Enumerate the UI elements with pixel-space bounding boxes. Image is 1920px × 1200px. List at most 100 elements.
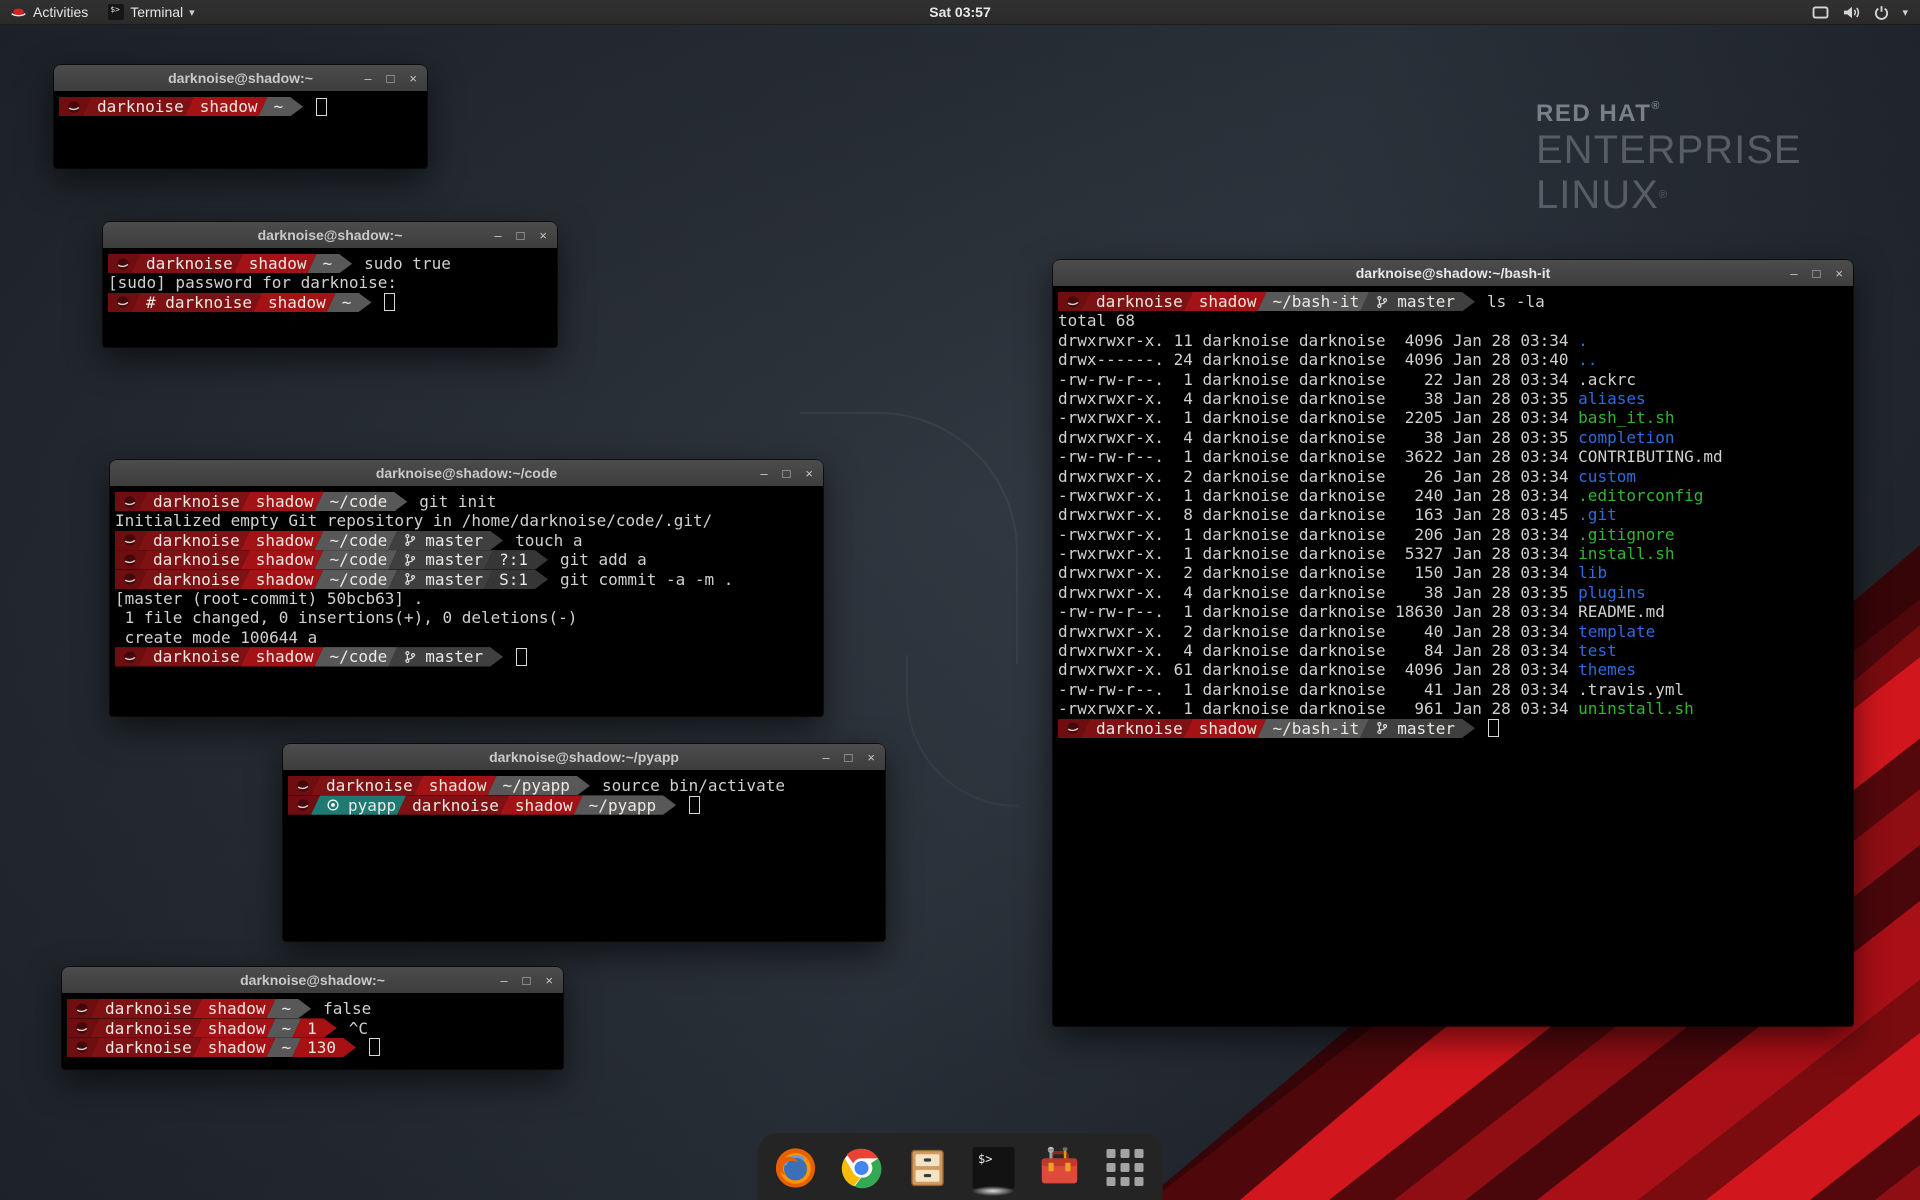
command-text: ^C <box>349 1019 368 1038</box>
terminal-content[interactable]: darknoiseshadow~/bash-itmasterls -latota… <box>1053 286 1853 1026</box>
redhat-icon <box>116 257 130 271</box>
terminal-cursor <box>516 648 527 666</box>
chrome-icon <box>838 1145 884 1191</box>
close-button[interactable]: × <box>545 974 553 987</box>
file-attributes: -rwxrwxr-x. 1 darknoise darknoise 206 Ja… <box>1058 525 1578 544</box>
close-button[interactable]: × <box>409 72 417 85</box>
minimize-button[interactable]: – <box>364 72 371 85</box>
redhat-icon <box>75 1040 89 1054</box>
prompt-segment-git: master <box>388 550 493 569</box>
prompt-segment-user: # darknoise <box>131 293 262 312</box>
titlebar[interactable]: darknoise@shadow:~–□× <box>103 222 557 249</box>
close-button[interactable]: × <box>805 467 813 480</box>
terminal-content[interactable]: darknoiseshadow~ <box>54 91 427 168</box>
window-controls: – □ × <box>760 460 813 486</box>
file-attributes: drwxrwxr-x. 4 darknoise darknoise 38 Jan… <box>1058 389 1578 408</box>
maximize-button[interactable]: □ <box>523 974 531 987</box>
file-name: test <box>1578 641 1617 660</box>
file-attributes: drwxrwxr-x. 4 darknoise darknoise 38 Jan… <box>1058 428 1578 447</box>
dock-item-terminal[interactable]: $> <box>970 1143 1017 1192</box>
prompt-segment-user: darknoise <box>138 492 250 511</box>
titlebar[interactable]: darknoise@shadow:~/bash-it – □ × <box>1053 260 1853 287</box>
display-icon <box>1812 6 1829 19</box>
redhat-logo-icon <box>10 6 27 19</box>
terminal-line: [master (root-commit) 50bcb63] . <box>115 589 823 608</box>
rhel-watermark: RED HAT® ENTERPRISE LINUX® <box>1536 100 1802 218</box>
maximize-button[interactable]: □ <box>783 467 791 480</box>
terminal-line: drwxrwxr-x. 4 darknoise darknoise 84 Jan… <box>1058 641 1853 660</box>
window-title: darknoise@shadow:~/bash-it <box>1356 265 1551 281</box>
terminal-line: darknoiseshadow~/bash-itmasterls -la <box>1058 292 1853 311</box>
window-controls: – □ × <box>364 65 417 91</box>
dock-item-firefox[interactable] <box>772 1143 819 1192</box>
prompt-segment-user: darknoise <box>138 647 250 666</box>
terminal-line: darknoiseshadow~/pyappsource bin/activat… <box>288 776 885 795</box>
prompt-segment-path: ~/code <box>315 570 398 589</box>
titlebar[interactable]: darknoise@shadow:~–□× <box>54 65 427 92</box>
titlebar[interactable]: darknoise@shadow:~/code–□× <box>110 460 823 487</box>
prompt-segment-host: shadow <box>241 492 324 511</box>
close-button[interactable]: × <box>1835 267 1843 280</box>
file-attributes: -rw-rw-r--. 1 darknoise darknoise 41 Jan… <box>1058 680 1578 699</box>
window-controls: – □ × <box>494 222 547 248</box>
prompt-segment-host: shadow <box>193 999 276 1018</box>
close-button[interactable]: × <box>539 229 547 242</box>
redhat-icon <box>123 650 137 664</box>
file-attributes: drwxrwxr-x. 8 darknoise darknoise 163 Ja… <box>1058 505 1578 524</box>
prompt-segment-path: ~/code <box>315 647 398 666</box>
file-name: install.sh <box>1578 544 1674 563</box>
terminal-window-home-small: darknoise@shadow:~–□×darknoiseshadow~ <box>54 65 427 168</box>
prompt-segment-host: shadow <box>500 795 583 814</box>
file-attributes: -rwxrwxr-x. 1 darknoise darknoise 2205 J… <box>1058 408 1578 427</box>
prompt-segment-host: shadow <box>185 97 268 116</box>
terminal-line: 1 file changed, 0 insertions(+), 0 delet… <box>115 608 823 627</box>
terminal-line: -rw-rw-r--. 1 darknoise darknoise 18630 … <box>1058 602 1853 621</box>
file-attributes: drwxrwxr-x. 61 darknoise darknoise 4096 … <box>1058 660 1578 679</box>
file-name: .gitignore <box>1578 525 1674 544</box>
minimize-button[interactable]: – <box>494 229 501 242</box>
file-attributes: drwxrwxr-x. 2 darknoise darknoise 26 Jan… <box>1058 467 1578 486</box>
system-status-area[interactable]: ▾ <box>1812 0 1920 24</box>
terminal-mini-icon: $> <box>108 4 124 20</box>
redhat-icon <box>1066 721 1080 735</box>
dock-item-app-grid[interactable] <box>1102 1143 1149 1192</box>
clock[interactable]: Sat 03:57 <box>929 4 990 20</box>
titlebar[interactable]: darknoise@shadow:~/pyapp–□× <box>283 744 885 771</box>
minimize-button[interactable]: – <box>1790 267 1797 280</box>
maximize-button[interactable]: □ <box>387 72 395 85</box>
terminal-window-pyapp: darknoise@shadow:~/pyapp–□×darknoiseshad… <box>283 744 885 941</box>
close-button[interactable]: × <box>867 751 875 764</box>
maximize-button[interactable]: □ <box>845 751 853 764</box>
prompt-segment-user: darknoise <box>138 550 250 569</box>
minimize-button[interactable]: – <box>760 467 767 480</box>
maximize-button[interactable]: □ <box>1813 267 1821 280</box>
terminal-content[interactable]: darknoiseshadow~falsedarknoiseshadow~1^C… <box>62 993 563 1069</box>
watermark-linux: LINUX <box>1536 173 1659 217</box>
minimize-button[interactable]: – <box>500 974 507 987</box>
activities-button[interactable]: Activities <box>0 0 98 24</box>
branch-icon <box>403 572 417 586</box>
redhat-icon <box>67 100 81 114</box>
terminal-line: darknoiseshadow~/codegit init <box>115 492 823 511</box>
app-menu-terminal[interactable]: $> Terminal ▾ <box>98 0 204 24</box>
maximize-button[interactable]: □ <box>517 229 525 242</box>
dock-item-toolbox[interactable] <box>1036 1143 1083 1192</box>
minimize-button[interactable]: – <box>822 751 829 764</box>
terminal-window-code: darknoise@shadow:~/code–□×darknoiseshado… <box>110 460 823 716</box>
prompt-segment-host: shadow <box>193 1038 276 1057</box>
command-text: ls -la <box>1487 292 1545 311</box>
terminal-line: darknoiseshadow~/codemaster <box>115 647 823 666</box>
titlebar[interactable]: darknoise@shadow:~–□× <box>62 967 563 994</box>
dock-item-chrome[interactable] <box>838 1143 885 1192</box>
terminal-line: darknoiseshadow~ <box>59 97 427 116</box>
redhat-icon <box>75 1002 89 1016</box>
terminal-content[interactable]: darknoiseshadow~sudo true[sudo] password… <box>103 248 557 347</box>
terminal-content[interactable]: darknoiseshadow~/codegit initInitialized… <box>110 486 823 716</box>
terminal-content[interactable]: darknoiseshadow~/pyappsource bin/activat… <box>283 770 885 941</box>
window-controls: – □ × <box>500 967 553 993</box>
file-attributes: -rwxrwxr-x. 1 darknoise darknoise 240 Ja… <box>1058 486 1578 505</box>
terminal-line: drwx------. 24 darknoise darknoise 4096 … <box>1058 350 1853 369</box>
branch-icon <box>403 650 417 664</box>
dock-item-files[interactable] <box>904 1143 951 1192</box>
prompt-segment-git: master <box>388 647 503 666</box>
